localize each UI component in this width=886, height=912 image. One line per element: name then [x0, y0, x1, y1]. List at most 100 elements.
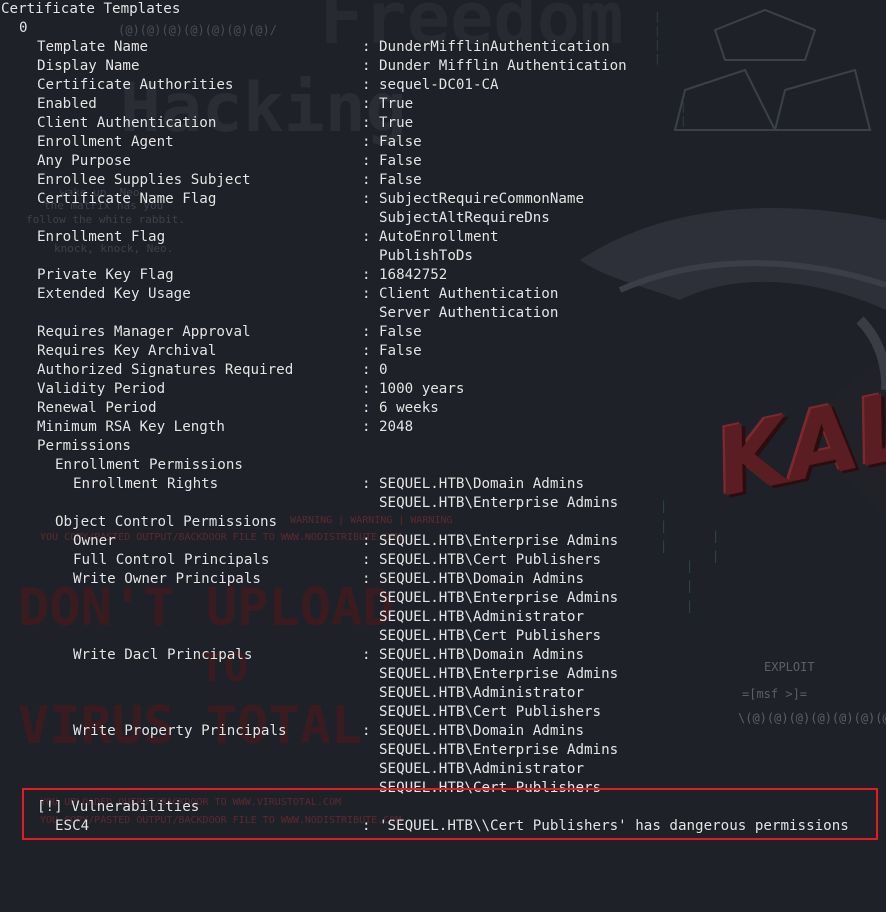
field-key: Write Owner Principals [73, 571, 261, 587]
field-separator: : [362, 723, 371, 739]
field-key: Owner [73, 533, 116, 549]
field-value: DunderMifflinAuthentication [379, 39, 610, 55]
field-value: True [379, 115, 414, 131]
field-separator: : [362, 96, 371, 112]
field-separator: : [362, 267, 371, 283]
field-value-continuation: SubjectAltRequireDns [379, 210, 550, 226]
field-validity-period: Validity Period : 1000 years [0, 380, 886, 399]
field-value-continuation: SEQUEL.HTB\Administrator [379, 609, 584, 625]
field-separator: : [362, 191, 371, 207]
field-key: Enabled [37, 96, 97, 112]
field-separator: : [362, 552, 371, 568]
field-value-continuation: SEQUEL.HTB\Administrator [379, 761, 584, 777]
enrollment-permissions-heading: Enrollment Permissions [55, 457, 243, 473]
field-key: Client Authentication [37, 115, 217, 131]
field-separator: : [362, 58, 371, 74]
field-key: Authorized Signatures Required [37, 362, 294, 378]
field-value: Dunder Mifflin Authentication [379, 58, 627, 74]
template-index: 0 [19, 20, 28, 36]
field-template-name: Template Name : DunderMifflinAuthenticat… [0, 38, 886, 57]
field-value: False [379, 324, 422, 340]
field-enabled: Enabled : True [0, 95, 886, 114]
field-value: True [379, 96, 414, 112]
field-value: 0 [379, 362, 388, 378]
field-value-continuation: SEQUEL.HTB\Administrator [379, 685, 584, 701]
field-value: False [379, 153, 422, 169]
field-key: Requires Key Archival [37, 343, 217, 359]
field-enrollment-flag: Enrollment Flag : AutoEnrollment [0, 228, 886, 247]
field-value-continuation: SEQUEL.HTB\Enterprise Admins [379, 666, 619, 682]
field-separator: : [362, 153, 371, 169]
field-client-authentication: Client Authentication : True [0, 114, 886, 133]
field-key: Requires Manager Approval [37, 324, 251, 340]
field-separator: : [362, 39, 371, 55]
field-value: sequel-DC01-CA [379, 77, 499, 93]
field-value-continuation: SEQUEL.HTB\Cert Publishers [379, 704, 602, 720]
field-separator: : [362, 400, 371, 416]
field-value: 1000 years [379, 381, 465, 397]
field-full-control-principals: Full Control Principals : SEQUEL.HTB\Cer… [0, 551, 886, 570]
field-separator: : [362, 419, 371, 435]
field-enrollee-supplies-subject: Enrollee Supplies Subject : False [0, 171, 886, 190]
field-key: Enrollment Agent [37, 134, 174, 150]
field-separator: : [362, 362, 371, 378]
field-separator: : [362, 343, 371, 359]
field-value: False [379, 134, 422, 150]
field-private-key-flag: Private Key Flag : 16842752 [0, 266, 886, 285]
field-value: SubjectRequireCommonName [379, 191, 584, 207]
field-minimum-rsa-key-length: Minimum RSA Key Length : 2048 [0, 418, 886, 437]
field-key: Template Name [37, 39, 149, 55]
field-enrollment-rights: Enrollment Rights : SEQUEL.HTB\Domain Ad… [0, 475, 886, 494]
field-separator: : [362, 571, 371, 587]
vulnerability-highlight-box [22, 788, 878, 840]
field-requires-manager-approval: Requires Manager Approval : False [0, 323, 886, 342]
terminal-output: Certificate Templates 0 Template Name : … [0, 0, 886, 846]
field-value-continuation: SEQUEL.HTB\Enterprise Admins [379, 495, 619, 511]
field-key: Full Control Principals [73, 552, 270, 568]
field-separator: : [362, 476, 371, 492]
field-separator: : [362, 172, 371, 188]
field-value: 2048 [379, 419, 414, 435]
field-value-continuation: SEQUEL.HTB\Cert Publishers [379, 628, 602, 644]
field-key: Write Dacl Principals [73, 647, 253, 663]
field-any-purpose: Any Purpose : False [0, 152, 886, 171]
field-value-continuation: SEQUEL.HTB\Enterprise Admins [379, 590, 619, 606]
field-key: Certificate Name Flag [37, 191, 217, 207]
field-value-continuation: Server Authentication [379, 305, 559, 321]
field-separator: : [362, 647, 371, 663]
field-key: Private Key Flag [37, 267, 174, 283]
field-separator: : [362, 77, 371, 93]
field-value: 16842752 [379, 267, 448, 283]
field-separator: : [362, 115, 371, 131]
field-separator: : [362, 381, 371, 397]
field-key: Display Name [37, 58, 140, 74]
field-value: AutoEnrollment [379, 229, 499, 245]
field-certificate-name-flag: Certificate Name Flag : SubjectRequireCo… [0, 190, 886, 209]
field-key: Enrollment Rights [73, 476, 219, 492]
field-value: False [379, 172, 422, 188]
field-value: SEQUEL.HTB\Domain Admins [379, 647, 584, 663]
field-value: SEQUEL.HTB\Cert Publishers [379, 552, 602, 568]
field-key: Any Purpose [37, 153, 131, 169]
field-write-owner-principals: Write Owner Principals : SEQUEL.HTB\Doma… [0, 570, 886, 589]
object-control-permissions-heading: Object Control Permissions [55, 514, 278, 530]
field-requires-key-archival: Requires Key Archival : False [0, 342, 886, 361]
field-certificate-authorities: Certificate Authorities : sequel-DC01-CA [0, 76, 886, 95]
field-owner: Owner : SEQUEL.HTB\Enterprise Admins [0, 532, 886, 551]
field-separator: : [362, 229, 371, 245]
field-write-dacl-principals: Write Dacl Principals : SEQUEL.HTB\Domai… [0, 646, 886, 665]
field-key: Renewal Period [37, 400, 157, 416]
field-key: Enrollment Flag [37, 229, 166, 245]
field-value: 6 weeks [379, 400, 439, 416]
field-write-property-principals: Write Property Principals : SEQUEL.HTB\D… [0, 722, 886, 741]
field-value: SEQUEL.HTB\Domain Admins [379, 476, 584, 492]
permissions-heading: Permissions [37, 438, 131, 454]
field-key: Extended Key Usage [37, 286, 191, 302]
field-key: Minimum RSA Key Length [37, 419, 225, 435]
field-value: SEQUEL.HTB\Enterprise Admins [379, 533, 619, 549]
field-separator: : [362, 324, 371, 340]
field-separator: : [362, 533, 371, 549]
field-authorized-signatures-required: Authorized Signatures Required : 0 [0, 361, 886, 380]
section-title: Certificate Templates [1, 1, 181, 17]
field-value: False [379, 343, 422, 359]
